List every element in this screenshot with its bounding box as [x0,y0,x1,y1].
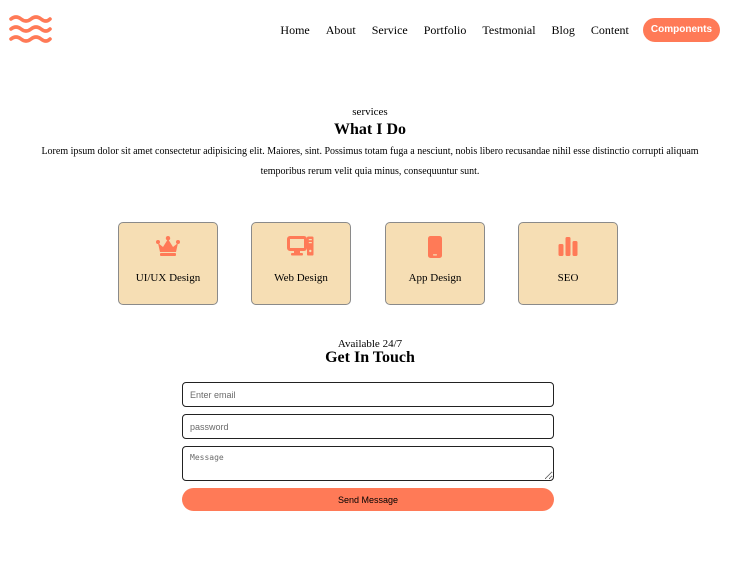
service-cards: UI/UX Design Web Design App Design SEO [118,222,618,305]
service-card-app[interactable]: App Design [385,222,485,305]
bar-chart-icon [558,237,578,256]
service-card-label: UI/UX Design [135,272,201,284]
wave-logo-icon[interactable] [9,15,52,43]
contact-title: Get In Touch [325,349,415,366]
password-field[interactable] [182,414,554,439]
service-card-web[interactable]: Web Design [251,222,351,305]
nav-link-about[interactable]: About [326,18,356,42]
nav-link-home[interactable]: Home [280,18,309,42]
nav-link-portfolio[interactable]: Portfolio [424,18,467,42]
services-eyebrow: services [352,106,388,118]
components-button[interactable]: Components [642,18,720,42]
service-card-label: Web Design [274,272,328,284]
message-field[interactable] [182,446,554,481]
mobile-phone-icon [428,236,442,258]
desktop-computer-icon [287,236,314,256]
nav-link-blog[interactable]: Blog [552,18,575,42]
services-description: Lorem ipsum dolor sit amet consectetur a… [41,146,699,177]
service-card-seo[interactable]: SEO [518,222,618,305]
service-card-label: App Design [408,272,462,284]
nav-link-testmonial[interactable]: Testmonial [482,18,535,42]
nav-link-service[interactable]: Service [372,18,408,42]
service-card-uiux[interactable]: UI/UX Design [118,222,218,305]
email-field[interactable] [182,382,554,407]
service-card-label: SEO [557,272,579,284]
nav-link-content[interactable]: Content [591,18,629,42]
main-nav: Home About Service Portfolio Testmonial … [280,18,720,42]
send-message-button[interactable]: Send Message [182,488,554,511]
services-title: What I Do [333,121,406,138]
crown-icon [156,236,180,256]
